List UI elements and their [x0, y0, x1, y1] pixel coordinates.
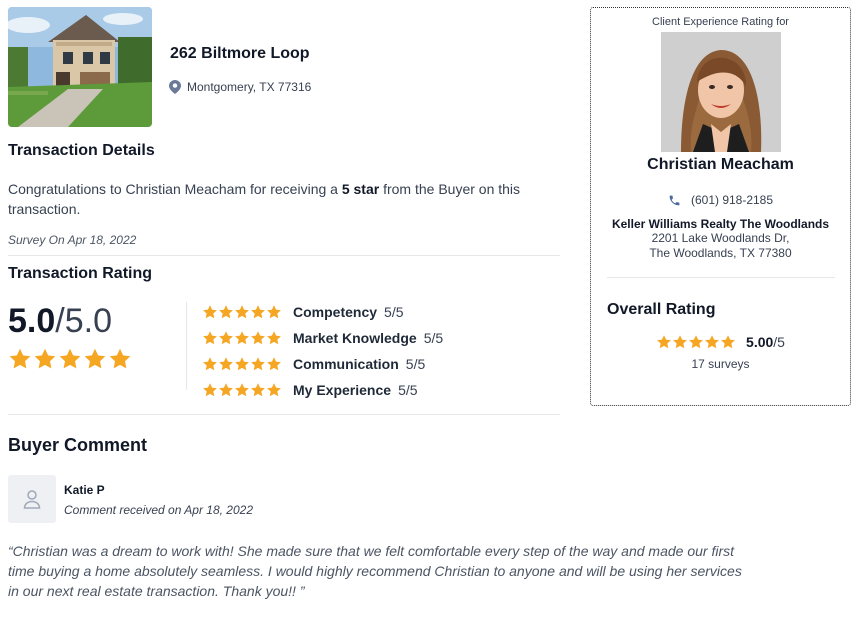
category-label: Communication — [293, 356, 399, 372]
competency-stars — [202, 304, 282, 320]
star-icon — [34, 348, 56, 369]
star-icon — [235, 383, 249, 397]
survey-date: Survey On Apr 18, 2022 — [8, 233, 137, 247]
agent-phone[interactable]: (601) 918-2185 — [591, 193, 850, 207]
divider — [8, 255, 560, 256]
divider — [8, 414, 560, 415]
overall-score: 5.00/5 — [746, 334, 785, 350]
my-experience-stars — [202, 382, 282, 398]
agent-card: Client Experience Rating for Christian M… — [590, 7, 851, 406]
agent-name[interactable]: Christian Meacham — [591, 156, 850, 174]
transaction-rating-heading: Transaction Rating — [8, 265, 153, 282]
category-label: Market Knowledge — [293, 330, 417, 346]
star-icon — [267, 305, 281, 319]
agent-photo[interactable] — [661, 32, 781, 152]
rating-row-competency: Competency 5/5 — [202, 304, 404, 320]
user-icon — [23, 490, 41, 509]
brokerage-address-line2: The Woodlands, TX 77380 — [649, 246, 792, 260]
transaction-details-heading: Transaction Details — [8, 142, 155, 159]
card-divider — [607, 277, 835, 278]
star-icon — [251, 331, 265, 345]
rating-row-market-knowledge: Market Knowledge 5/5 — [202, 330, 443, 346]
star-icon — [219, 383, 233, 397]
star-icon — [84, 348, 106, 369]
phone-number[interactable]: (601) 918-2185 — [691, 193, 773, 207]
reviewer-name: Katie P — [64, 483, 105, 497]
star-icon — [203, 305, 217, 319]
overall-rating-row: 5.00/5 — [591, 334, 850, 350]
category-score: 5/5 — [384, 304, 404, 320]
star-icon — [251, 305, 265, 319]
category-label: Competency — [293, 304, 378, 320]
comment-date: Comment received on Apr 18, 2022 — [64, 503, 253, 517]
congrats-message: Congratulations to Christian Meacham for… — [8, 181, 521, 217]
rating-row-communication: Communication 5/5 — [202, 356, 425, 372]
property-photo — [8, 7, 152, 127]
phone-icon — [669, 195, 680, 205]
category-score: 5/5 — [423, 330, 444, 346]
star-icon — [721, 335, 735, 349]
category-score: 5/5 — [398, 382, 418, 398]
star-icon — [251, 357, 265, 371]
category-score: 5/5 — [405, 356, 426, 372]
star-icon — [267, 357, 281, 371]
star-icon — [219, 331, 233, 345]
category-label: My Experience — [293, 382, 392, 398]
star-icon — [657, 335, 671, 349]
star-icon — [219, 305, 233, 319]
star-icon — [267, 383, 281, 397]
star-icon — [203, 383, 217, 397]
vertical-divider — [186, 302, 187, 390]
communication-stars — [202, 356, 282, 372]
buyer-comment-heading: Buyer Comment — [8, 435, 148, 455]
star-icon — [267, 331, 281, 345]
star-icon — [235, 305, 249, 319]
rating-row-my-experience: My Experience 5/5 — [202, 382, 418, 398]
overall-stars — [656, 334, 736, 350]
overall-transaction-score: 5.0/5.0 — [8, 302, 112, 340]
star-icon — [235, 357, 249, 371]
property-location: Montgomery, TX 77316 — [169, 80, 311, 94]
transaction-star-rating — [8, 347, 132, 371]
star-icon — [59, 348, 81, 369]
star-icon — [219, 357, 233, 371]
market-knowledge-stars — [202, 330, 282, 346]
star-icon — [203, 331, 217, 345]
map-pin-icon — [169, 80, 181, 94]
star-icon — [705, 335, 719, 349]
star-icon — [109, 348, 131, 369]
property-address[interactable]: 262 Biltmore Loop — [170, 45, 310, 63]
overall-rating-heading: Overall Rating — [607, 301, 716, 318]
star-icon — [203, 357, 217, 371]
avatar — [8, 475, 56, 523]
brokerage-address-line1: 2201 Lake Woodlands Dr, — [651, 231, 790, 245]
card-caption: Client Experience Rating for — [652, 16, 789, 28]
star-count-text: 5 star — [341, 181, 380, 197]
star-icon — [673, 335, 687, 349]
star-icon — [689, 335, 703, 349]
star-icon — [251, 383, 265, 397]
survey-count[interactable]: 17 surveys — [591, 357, 850, 371]
location-text: Montgomery, TX 77316 — [187, 80, 312, 94]
star-icon — [235, 331, 249, 345]
comment-text: “Christian was a dream to work with! She… — [8, 543, 742, 599]
brokerage-name: Keller Williams Realty The Woodlands — [611, 217, 830, 231]
star-icon — [9, 348, 31, 369]
